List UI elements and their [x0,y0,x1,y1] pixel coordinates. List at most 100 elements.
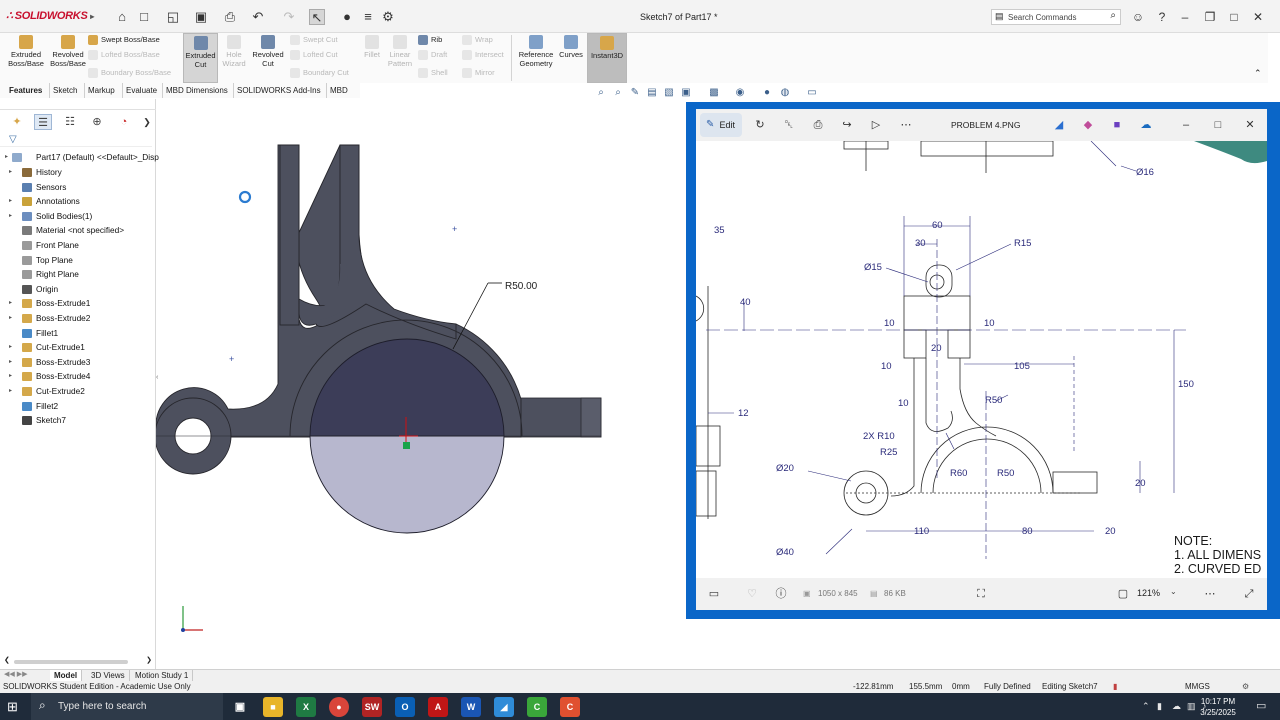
select-pointer-icon[interactable]: ↖ [309,9,325,25]
tab-solidworks-add-ins[interactable]: SOLIDWORKS Add-Ins [233,83,324,98]
search-icon[interactable]: ⌕ [1110,10,1116,21]
show-hidden-icons-icon[interactable]: ⌃ [1142,701,1150,712]
scroll-left-icon[interactable]: ❮ [4,656,10,664]
viewer-close-icon[interactable]: ✕ [1242,117,1258,133]
swept-cut-button[interactable]: Swept Cut [290,33,338,47]
expand-arrow-icon[interactable]: ▸ [9,209,12,223]
lofted-boss-button[interactable]: Lofted Boss/Base [88,48,160,62]
center-point-marker[interactable] [403,442,410,449]
options-gear-icon[interactable]: ⚙ [380,9,396,25]
collapse-ribbon-icon[interactable]: ⌃ [1254,68,1262,79]
home-icon[interactable]: ⌂ [114,9,130,25]
feature-manager-icon[interactable]: ✦ [8,114,26,130]
tab-markup[interactable]: Markup [84,83,118,98]
restore-windows-icon[interactable]: ❐ [1201,8,1219,26]
viewer-maximize-icon[interactable]: □ [1210,117,1226,133]
tabs-more-chevron-icon[interactable]: ❯ [138,114,156,130]
save-icon[interactable]: ▣ [193,9,209,25]
expand-arrow-icon[interactable]: ▸ [9,296,12,310]
reference-geometry-button[interactable]: Reference Geometry [516,33,556,83]
hole-wizard-button[interactable]: Hole Wizard [219,33,249,83]
expand-arrow-icon[interactable]: ▸ [9,355,12,369]
recorder-icon[interactable]: C [560,697,580,717]
extruded-boss-button[interactable]: Extruded Boss/Base [6,33,46,83]
windows-start-icon[interactable]: ⊞ [7,699,18,715]
help-icon[interactable]: ? [1153,8,1171,26]
actual-size-icon[interactable]: ▢ [1115,586,1131,602]
rotate-icon[interactable]: ↻ [752,117,768,133]
photos-icon[interactable]: ◢ [494,697,514,717]
draft-button[interactable]: Draft [418,48,447,62]
camtasia-icon[interactable]: C [527,697,547,717]
configuration-manager-icon[interactable]: ☷ [61,114,79,130]
tab-features[interactable]: Features [6,83,45,98]
dimxpert-manager-icon[interactable]: ⊕ [88,114,106,130]
wrap-button[interactable]: Wrap [462,33,493,47]
viewer-minimize-icon[interactable]: – [1178,117,1194,133]
lofted-cut-button[interactable]: Lofted Cut [290,48,338,62]
tab-mbd-dimensions[interactable]: MBD Dimensions [162,83,231,98]
network-icon[interactable]: ▥ [1187,701,1196,712]
expand-arrow-icon[interactable]: ▸ [9,194,12,208]
boundary-cut-button[interactable]: Boundary Cut [290,66,349,80]
expand-arrow-icon[interactable]: ▸ [9,369,12,383]
zoom-level[interactable]: 121% [1137,588,1160,598]
fit-screen-icon[interactable]: ⛶ [973,586,989,602]
tab-scroll-arrows-icon[interactable]: ◀◀ ▶▶ [4,670,27,678]
taskbar-search-box[interactable]: ⌕ Type here to search [31,693,223,720]
rebuild-indicator-icon[interactable]: ▮ [1113,681,1117,693]
root-expand-arrow-icon[interactable]: ▸ [5,150,8,164]
account-icon[interactable]: ☺ [1129,8,1147,26]
tab-evaluate[interactable]: Evaluate [122,83,160,98]
property-manager-icon[interactable]: ☰ [34,114,52,130]
new-document-icon[interactable]: □ [136,9,152,25]
mirror-button[interactable]: Mirror [462,66,495,80]
instant3d-button[interactable]: Instant3D [587,33,627,83]
onedrive-app-icon[interactable]: ☁ [1138,117,1154,133]
tab-sketch[interactable]: Sketch [49,83,80,98]
edit-button[interactable]: ✎ Edit [700,113,742,137]
viewer-more-icon[interactable]: ⋯ [1202,586,1218,602]
more-options-icon[interactable]: ⋯ [898,117,914,133]
expand-arrow-icon[interactable]: ▸ [9,311,12,325]
tab-mbd[interactable]: MBD [326,83,351,98]
expand-arrow-icon[interactable]: ▸ [9,384,12,398]
expand-arrow-icon[interactable]: ▸ [9,165,12,179]
curves-button[interactable]: Curves [558,33,584,83]
radius-dimension-label[interactable]: R50.00 [505,281,538,292]
zoom-to-area-icon[interactable]: ⌕ [611,87,625,99]
print-icon[interactable]: ⎙ [810,117,826,133]
outlook-icon[interactable]: O [395,697,415,717]
scroll-right-icon[interactable]: ❯ [146,656,152,664]
engineering-drawing-image[interactable]: 60 30 R15 Ø15 35 40 10 10 20 10 105 150 … [696,141,1267,578]
zoom-to-fit-icon[interactable]: ⌕ [594,87,608,99]
customize-status-icon[interactable]: ⚙ [1242,681,1249,693]
designer-app-icon[interactable]: ◆ [1080,117,1096,133]
graphics-area[interactable]: R50.00 + + ‹ [156,99,686,669]
zoom-dropdown-chevron-icon[interactable]: ⌄ [1170,587,1177,596]
previous-view-icon[interactable]: ✎ [628,87,642,99]
chrome-icon[interactable]: ● [329,697,349,717]
hide-show-items-icon[interactable]: ◉ [733,87,747,99]
tree-scroll-thumb[interactable] [14,660,128,664]
delete-icon[interactable]: ␡ [781,117,797,133]
word-icon[interactable]: W [461,697,481,717]
boundary-boss-button[interactable]: Boundary Boss/Base [88,66,171,80]
view-settings-icon[interactable]: ▭ [805,87,819,99]
extruded-cut-button[interactable]: Extruded Cut [183,33,218,83]
fillet-button[interactable]: Fillet [360,33,384,83]
swept-boss-button[interactable]: Swept Boss/Base [88,33,160,47]
clipchamp-app-icon[interactable]: ■ [1109,117,1125,133]
onedrive-tray-icon[interactable]: ☁ [1172,701,1181,712]
acrobat-icon[interactable]: A [428,697,448,717]
rib-button[interactable]: Rib [418,33,442,47]
excel-icon[interactable]: X [296,697,316,717]
close-icon[interactable]: ✕ [1249,8,1267,26]
file-properties-icon[interactable]: ≡ [360,9,376,25]
display-style-icon[interactable]: ▩ [707,87,721,99]
intersect-button[interactable]: Intersect [462,48,504,62]
favorite-icon[interactable]: ♡ [744,586,760,602]
section-view-icon[interactable]: ▤ [645,87,659,99]
shell-button[interactable]: Shell [418,66,448,80]
solidworks-logo[interactable]: ∴ SOLIDWORKS ▸ [6,9,94,22]
